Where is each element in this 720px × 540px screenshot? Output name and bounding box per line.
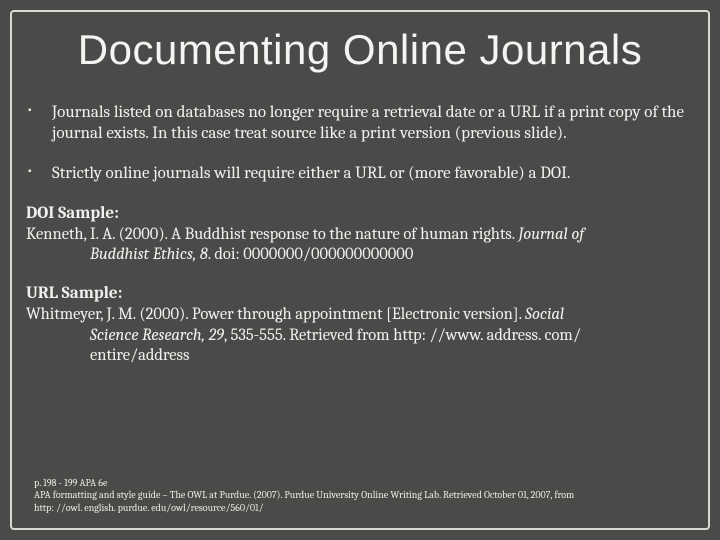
url-sample-heading: URL Sample: [26, 284, 694, 303]
url-ital1: Social [525, 305, 564, 324]
url-hang1: Science Research, 29, 535-555. Retrieved… [26, 326, 694, 347]
doi-sample-heading: DOI Sample: [26, 204, 694, 223]
slide-title: Documenting Online Journals [26, 26, 694, 74]
url-hang-ital: Science Research, 29 [90, 326, 224, 345]
doi-line1: Kenneth, I. A. (2000). A Buddhist respon… [26, 225, 518, 244]
bullet-list: Journals listed on databases no longer r… [26, 102, 694, 184]
url-sample-body: Whitmeyer, J. M. (2000). Power through a… [26, 305, 694, 367]
url-hang2: entire/address [26, 346, 694, 367]
doi-ital1: Journal of [518, 225, 584, 244]
footer-line3: http: //owl. english. purdue. edu/owl/re… [34, 502, 686, 515]
doi-sample-body: Kenneth, I. A. (2000). A Buddhist respon… [26, 225, 694, 266]
slide-footer: p. 198 - 199 APA 6e APA formatting and s… [34, 477, 686, 515]
bullet-item: Strictly online journals will require ei… [26, 163, 694, 184]
doi-hang: Buddhist Ethics, 8. doi: 0000000/0000000… [26, 245, 694, 266]
doi-hang-ital: Buddhist Ethics, 8 [90, 245, 208, 264]
doi-hang-rest: . doi: 0000000/000000000000 [208, 245, 414, 264]
url-hang-rest: , 535-555. Retrieved from http: //www. a… [224, 326, 581, 345]
footer-line2: APA formatting and style guide – The OWL… [34, 489, 686, 502]
url-line1: Whitmeyer, J. M. (2000). Power through a… [26, 305, 525, 324]
footer-line1: p. 198 - 199 APA 6e [34, 477, 686, 490]
slide-frame: Documenting Online Journals Journals lis… [10, 10, 710, 530]
bullet-item: Journals listed on databases no longer r… [26, 102, 694, 145]
